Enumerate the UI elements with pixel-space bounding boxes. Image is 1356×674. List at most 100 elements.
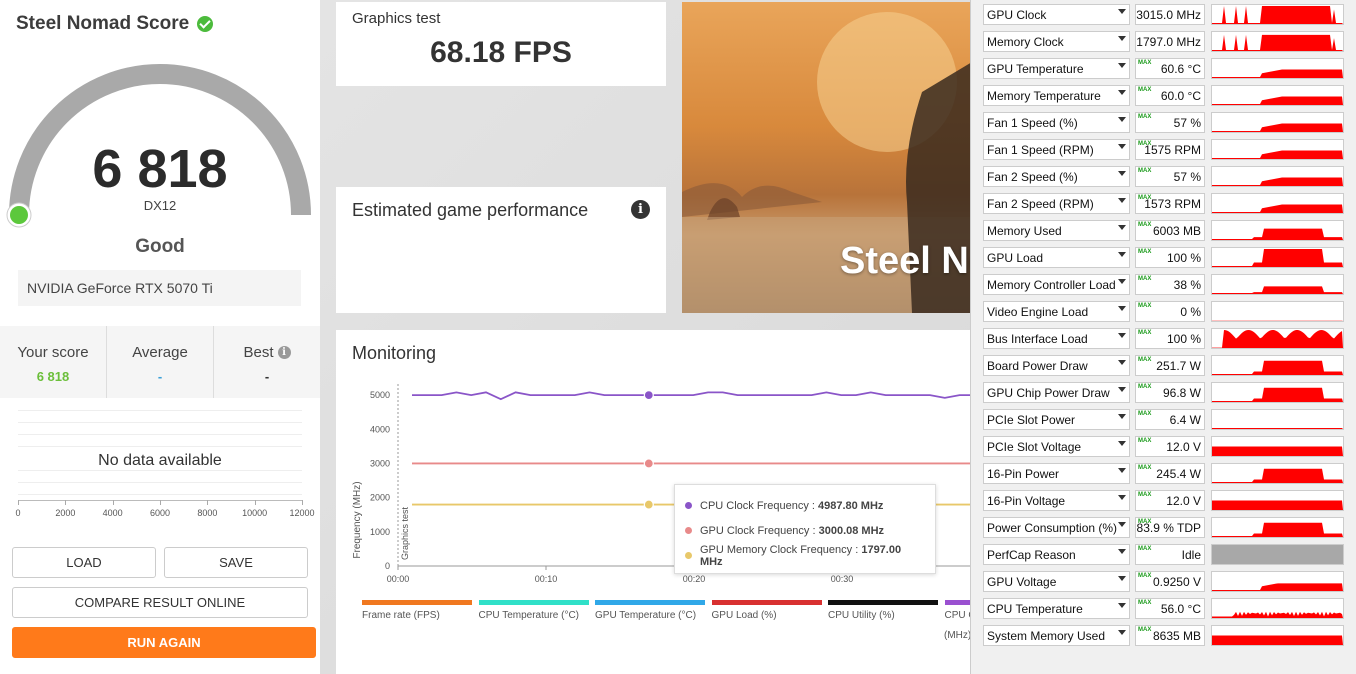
sensor-row: System Memory Used MAX 8635 MB bbox=[971, 622, 1356, 649]
sensor-name-select[interactable]: Memory Clock bbox=[983, 31, 1130, 52]
sensor-name: CPU Temperature bbox=[987, 602, 1083, 616]
sensor-name-select[interactable]: 16-Pin Power bbox=[983, 463, 1130, 484]
sensor-value: MAX 60.6 °C bbox=[1135, 58, 1205, 79]
sensor-panel: GPU Clock 3015.0 MHz Memory Clock 1797.0 MH… bbox=[970, 0, 1356, 674]
sensor-row: GPU Chip Power Draw MAX 96.8 W bbox=[971, 379, 1356, 406]
max-indicator: MAX bbox=[1138, 303, 1152, 309]
legend-item[interactable]: CPU Temperature (°C) bbox=[478, 600, 589, 622]
sensor-graph-fill bbox=[1212, 286, 1343, 294]
sensor-value-text: 6.4 W bbox=[1169, 413, 1201, 427]
legend-swatch bbox=[944, 600, 971, 605]
tooltip-label: GPU Memory Clock Frequency : bbox=[699, 543, 862, 556]
legend-item[interactable]: CPU Utility (%) bbox=[828, 600, 938, 622]
graphics-test-value: 68.18 FPS bbox=[430, 36, 572, 69]
score-title-row: Steel Nomad Score bbox=[16, 13, 214, 35]
sensor-name-select[interactable]: Fan 2 Speed (RPM) bbox=[983, 193, 1130, 214]
chart-tooltip: CPU Clock Frequency : 4987.80 MHz GPU Cl… bbox=[674, 484, 936, 574]
sensor-name-select[interactable]: Power Consumption (%) bbox=[983, 517, 1130, 538]
x-tick-label: 10000 bbox=[242, 508, 268, 518]
sensor-value: MAX 100 % bbox=[1135, 328, 1205, 349]
sensor-row: GPU Load MAX 100 % bbox=[971, 244, 1356, 271]
sensor-graph-fill bbox=[1212, 611, 1343, 618]
save-button[interactable]: SAVE bbox=[164, 547, 308, 578]
info-icon[interactable]: i bbox=[277, 346, 291, 359]
sensor-name-select[interactable]: Memory Temperature bbox=[983, 85, 1130, 106]
max-indicator: MAX bbox=[1138, 546, 1152, 552]
sensor-graph-fill bbox=[1212, 500, 1343, 510]
x-tick-label: 00:10 bbox=[535, 574, 558, 584]
sensor-value: MAX 8635 MB bbox=[1135, 625, 1205, 646]
sensor-name-select[interactable]: PerfCap Reason bbox=[983, 544, 1130, 565]
chevron-down-icon bbox=[1118, 495, 1126, 500]
score-api: DX12 bbox=[143, 198, 177, 213]
sensor-row: Fan 1 Speed (RPM) MAX 1575 RPM bbox=[971, 136, 1356, 163]
y-tick-label: 3000 bbox=[370, 458, 390, 468]
sensor-name-select[interactable]: GPU Load bbox=[983, 247, 1130, 268]
sensor-name-select[interactable]: Fan 2 Speed (%) bbox=[983, 166, 1130, 187]
sensor-value-text: 0.9250 V bbox=[1152, 575, 1201, 589]
sensor-row: PCIe Slot Voltage MAX 12.0 V bbox=[971, 433, 1356, 460]
sensor-name-select[interactable]: Bus Interface Load bbox=[983, 328, 1130, 349]
legend-swatch bbox=[828, 600, 938, 605]
sensor-value-text: 1797.0 MHz bbox=[1136, 35, 1201, 49]
band-label: Graphics test bbox=[400, 506, 410, 560]
max-indicator: MAX bbox=[1138, 465, 1152, 471]
sensor-name-select[interactable]: GPU Voltage bbox=[983, 571, 1130, 592]
sensor-name-select[interactable]: Video Engine Load bbox=[983, 301, 1130, 322]
sensor-graph bbox=[1211, 328, 1344, 349]
chevron-down-icon bbox=[1118, 171, 1126, 176]
sensor-name-select[interactable]: GPU Chip Power Draw bbox=[983, 382, 1130, 403]
legend-item[interactable]: Frame rate (FPS) bbox=[362, 600, 472, 622]
sensor-value: 3015.0 MHz bbox=[1135, 4, 1205, 25]
load-button[interactable]: LOAD bbox=[12, 547, 156, 578]
chevron-down-icon bbox=[1118, 279, 1126, 284]
chevron-down-icon bbox=[1118, 9, 1126, 14]
sensor-name-select[interactable]: Memory Used bbox=[983, 220, 1130, 241]
legend-item[interactable]: GPU Temperature (°C) bbox=[595, 600, 705, 622]
sensor-name: Memory Temperature bbox=[987, 89, 1101, 103]
x-tick-mark bbox=[160, 500, 161, 505]
max-indicator: MAX bbox=[1138, 600, 1152, 606]
sensor-name-select[interactable]: Fan 1 Speed (RPM) bbox=[983, 139, 1130, 160]
sensor-name-select[interactable]: Fan 1 Speed (%) bbox=[983, 112, 1130, 133]
sensor-row: CPU Temperature MAX 56.0 °C bbox=[971, 595, 1356, 622]
sensor-graph bbox=[1211, 112, 1344, 133]
run-again-button[interactable]: RUN AGAIN bbox=[12, 627, 316, 658]
sensor-name: PCIe Slot Voltage bbox=[987, 440, 1082, 454]
chevron-down-icon bbox=[1118, 225, 1126, 230]
tooltip-value: 4987.80 MHz bbox=[817, 499, 884, 512]
compare-online-button[interactable]: COMPARE RESULT ONLINE bbox=[12, 587, 308, 618]
sensor-name-select[interactable]: Memory Controller Load bbox=[983, 274, 1130, 295]
sensor-graph bbox=[1211, 544, 1344, 565]
sensor-graph bbox=[1211, 598, 1344, 619]
sensor-name-select[interactable]: CPU Temperature bbox=[983, 598, 1130, 619]
sensor-graph bbox=[1211, 436, 1344, 457]
sensor-row: Memory Controller Load MAX 38 % bbox=[971, 271, 1356, 298]
sensor-name-select[interactable]: PCIe Slot Voltage bbox=[983, 436, 1130, 457]
sensor-value-text: 57 % bbox=[1173, 170, 1201, 184]
sensor-graph bbox=[1211, 247, 1344, 268]
sensor-value-text: 60.0 °C bbox=[1160, 89, 1201, 103]
legend-swatch bbox=[711, 600, 822, 605]
sensor-value: MAX 57 % bbox=[1135, 166, 1205, 187]
info-icon[interactable]: i bbox=[631, 200, 650, 219]
sensor-graph bbox=[1211, 139, 1344, 160]
sensor-name-select[interactable]: GPU Temperature bbox=[983, 58, 1130, 79]
legend-item[interactable]: GPU Load (%) bbox=[711, 600, 822, 622]
x-tick-mark bbox=[18, 500, 19, 505]
tooltip-label: GPU Clock Frequency : bbox=[700, 524, 819, 537]
x-tick-label: 00:20 bbox=[683, 574, 706, 584]
sensor-value: MAX 83.9 % TDP bbox=[1135, 517, 1205, 538]
stat-value: 6 818 bbox=[36, 369, 70, 384]
x-tick-label: 6000 bbox=[149, 508, 171, 518]
sensor-graph bbox=[1211, 301, 1344, 322]
sensor-name-select[interactable]: System Memory Used bbox=[983, 625, 1130, 646]
sensor-name-select[interactable]: GPU Clock bbox=[983, 4, 1130, 25]
sensor-name-select[interactable]: Board Power Draw bbox=[983, 355, 1130, 376]
sensor-row: Memory Clock 1797.0 MHz bbox=[971, 28, 1356, 55]
sensor-value: MAX 0.9250 V bbox=[1135, 571, 1205, 592]
sensor-name-select[interactable]: PCIe Slot Power bbox=[983, 409, 1130, 430]
sensor-name-select[interactable]: 16-Pin Voltage bbox=[983, 490, 1130, 511]
sensor-row: GPU Temperature MAX 60.6 °C bbox=[971, 55, 1356, 82]
sensor-graph bbox=[1211, 517, 1344, 538]
